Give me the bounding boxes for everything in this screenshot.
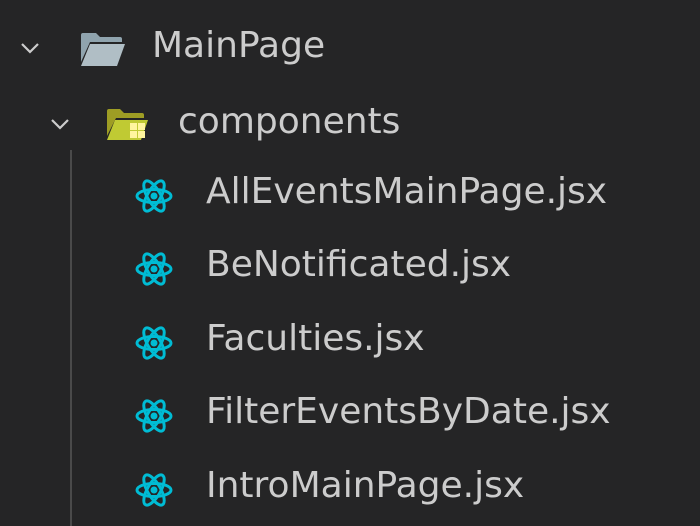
file-label: IntroMainPage.jsx [206,465,525,506]
file-explorer-tree: MainPage components AllEventsMainPage.js… [0,0,700,526]
tree-item-components-folder[interactable]: components [0,90,700,162]
folder-label-mainpage: MainPage [152,25,326,66]
chevron-down-icon[interactable] [50,114,70,134]
tree-item-file[interactable]: FilterEventsByDate.jsx [0,380,700,452]
tree-item-mainpage-folder[interactable]: MainPage [0,14,700,86]
file-label: BeNotificated.jsx [206,244,512,285]
tree-item-file[interactable]: IntroMainPage.jsx [0,454,700,526]
react-icon [135,326,173,360]
react-icon [135,179,173,213]
folder-label-components: components [178,101,401,142]
chevron-down-icon[interactable] [20,38,40,58]
file-label: Faculties.jsx [206,318,425,359]
folder-open-icon [81,33,125,66]
react-icon [135,473,173,507]
tree-item-file[interactable]: Faculties.jsx [0,307,700,379]
file-label: AllEventsMainPage.jsx [206,171,608,212]
tree-item-file[interactable]: BeNotificated.jsx [0,233,700,305]
folder-components-icon [107,109,148,140]
react-icon [135,399,173,433]
file-label: FilterEventsByDate.jsx [206,391,611,432]
tree-item-file[interactable]: AllEventsMainPage.jsx [0,160,700,232]
react-icon [135,252,173,286]
